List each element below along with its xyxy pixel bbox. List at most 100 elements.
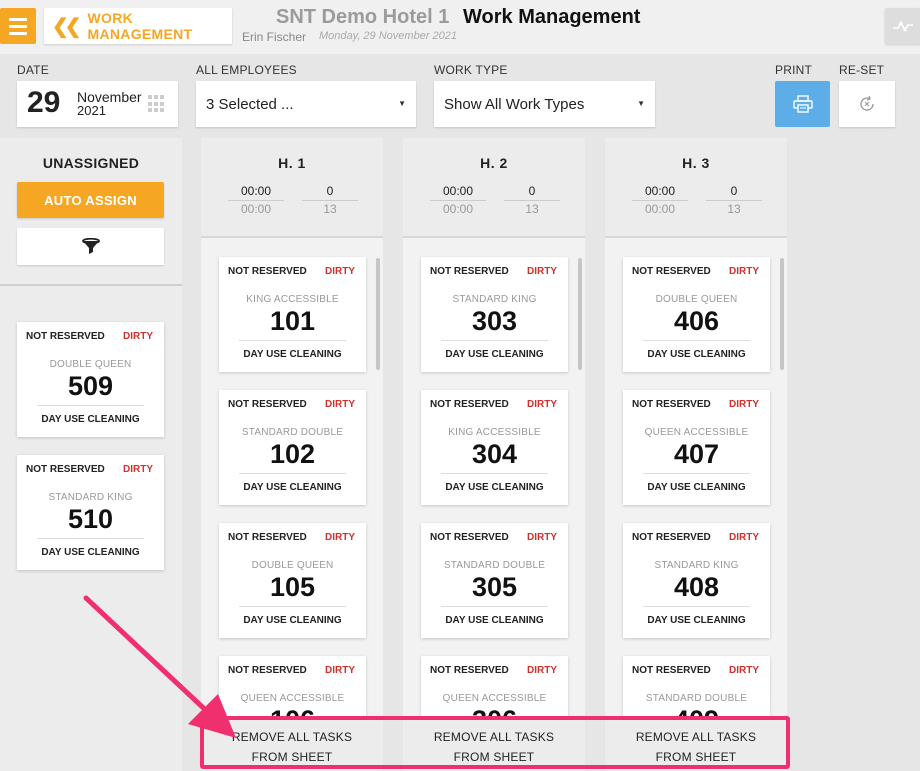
room-condition: DIRTY bbox=[729, 399, 759, 410]
room-card-509[interactable]: NOT RESERVED DIRTY DOUBLE QUEEN 509 DAY … bbox=[17, 322, 164, 437]
room-type: STANDARD KING bbox=[48, 492, 133, 503]
reservation-status: NOT RESERVED bbox=[430, 266, 509, 277]
total-time: 00:00 bbox=[644, 202, 676, 216]
task-name: DAY USE CLEANING bbox=[647, 615, 746, 626]
divider bbox=[504, 200, 560, 201]
room-type: STANDARD DOUBLE bbox=[645, 693, 748, 704]
room-type: QUEEN ACCESSIBLE bbox=[644, 427, 749, 438]
room-number: 101 bbox=[269, 306, 316, 336]
divider bbox=[441, 473, 548, 474]
room-condition: DIRTY bbox=[325, 665, 355, 676]
room-card-408[interactable]: NOT RESERVED DIRTY STANDARD KING 408 DAY USE… bbox=[623, 523, 770, 638]
room-type: QUEEN ACCESSIBLE bbox=[240, 693, 345, 704]
room-number: 305 bbox=[471, 572, 518, 602]
reset-button[interactable] bbox=[839, 81, 895, 127]
total-count: 13 bbox=[727, 202, 741, 216]
print-button[interactable] bbox=[775, 81, 830, 127]
room-condition: DIRTY bbox=[527, 532, 557, 543]
funnel-filter-icon bbox=[81, 237, 100, 254]
work-type-select-value: Show All Work Types bbox=[444, 95, 585, 113]
divider bbox=[302, 200, 358, 201]
auto-assign-button[interactable]: AUTO ASSIGN bbox=[17, 182, 164, 218]
assigned-time: 00:00 bbox=[442, 184, 474, 198]
annotation-highlight-box bbox=[200, 716, 790, 769]
assigned-count: 0 bbox=[326, 184, 334, 198]
hotel-name: SNT Demo Hotel 1 bbox=[276, 6, 450, 28]
reservation-status: NOT RESERVED bbox=[26, 464, 105, 475]
room-card-102[interactable]: NOT RESERVED DIRTY STANDARD DOUBLE 102 DAY U… bbox=[219, 390, 366, 505]
room-type: DOUBLE QUEEN bbox=[655, 294, 738, 305]
activity-chart-icon[interactable] bbox=[885, 8, 920, 44]
divider bbox=[239, 473, 346, 474]
room-card-407[interactable]: NOT RESERVED DIRTY QUEEN ACCESSIBLE 407 DAY … bbox=[623, 390, 770, 505]
unassigned-title: UNASSIGNED bbox=[42, 155, 140, 171]
work-type-select[interactable]: Show All Work Types ▼ bbox=[434, 81, 655, 127]
work-type-label: WORK TYPE bbox=[434, 63, 508, 77]
date-label: DATE bbox=[17, 63, 49, 77]
divider bbox=[643, 606, 750, 607]
divider bbox=[239, 340, 346, 341]
total-count: 13 bbox=[323, 202, 337, 216]
room-number: 510 bbox=[67, 504, 114, 534]
divider bbox=[239, 606, 346, 607]
divider bbox=[0, 284, 182, 286]
room-type: STANDARD KING bbox=[654, 560, 739, 571]
divider bbox=[643, 473, 750, 474]
assigned-count: 0 bbox=[528, 184, 536, 198]
reservation-status: NOT RESERVED bbox=[228, 399, 307, 410]
room-number: 102 bbox=[269, 439, 316, 469]
reservation-status: NOT RESERVED bbox=[26, 331, 105, 342]
task-name: DAY USE CLEANING bbox=[243, 349, 342, 360]
room-condition: DIRTY bbox=[123, 331, 153, 342]
reset-icon bbox=[860, 95, 874, 111]
task-name: DAY USE CLEANING bbox=[445, 482, 544, 493]
room-condition: DIRTY bbox=[325, 532, 355, 543]
filter-button[interactable] bbox=[17, 228, 164, 265]
room-condition: DIRTY bbox=[325, 266, 355, 277]
hamburger-menu-icon[interactable] bbox=[0, 8, 36, 44]
reservation-status: NOT RESERVED bbox=[228, 532, 307, 543]
room-card-406[interactable]: NOT RESERVED DIRTY DOUBLE QUEEN 406 DAY USE … bbox=[623, 257, 770, 372]
task-name: DAY USE CLEANING bbox=[243, 482, 342, 493]
employee-name: H. 1 bbox=[278, 155, 306, 171]
task-name: DAY USE CLEANING bbox=[445, 615, 544, 626]
divider bbox=[441, 340, 548, 341]
room-number: 105 bbox=[269, 572, 316, 602]
employee-column-header: H. 3 00:00 0 00:00 13 bbox=[605, 138, 787, 238]
room-condition: DIRTY bbox=[729, 266, 759, 277]
reservation-status: NOT RESERVED bbox=[632, 266, 711, 277]
room-condition: DIRTY bbox=[123, 464, 153, 475]
divider bbox=[228, 200, 284, 201]
date-picker[interactable]: 29 November 2021 bbox=[17, 81, 178, 127]
column-scrollbar[interactable] bbox=[376, 258, 380, 370]
divider bbox=[632, 200, 688, 201]
divider bbox=[706, 200, 762, 201]
printer-icon bbox=[792, 95, 813, 113]
room-card-510[interactable]: NOT RESERVED DIRTY STANDARD KING 510 DAY… bbox=[17, 455, 164, 570]
employees-select[interactable]: 3 Selected ... ▼ bbox=[196, 81, 416, 127]
divider bbox=[37, 538, 144, 539]
double-chevron-left-icon: ❮❮ bbox=[52, 15, 81, 38]
room-type: DOUBLE QUEEN bbox=[251, 560, 334, 571]
employee-column-header: H. 1 00:00 0 00:00 13 bbox=[201, 138, 383, 238]
column-scrollbar[interactable] bbox=[780, 258, 784, 370]
task-name: DAY USE CLEANING bbox=[41, 547, 140, 558]
task-name: DAY USE CLEANING bbox=[243, 615, 342, 626]
task-name: DAY USE CLEANING bbox=[445, 349, 544, 360]
calendar-grid-icon[interactable] bbox=[148, 95, 166, 113]
divider bbox=[441, 606, 548, 607]
total-time: 00:00 bbox=[442, 202, 474, 216]
room-card-304[interactable]: NOT RESERVED DIRTY KING ACCESSIBLE 304 DAY U… bbox=[421, 390, 568, 505]
room-card-101[interactable]: NOT RESERVED DIRTY KING ACCESSIBLE 101 DAY U… bbox=[219, 257, 366, 372]
room-card-303[interactable]: NOT RESERVED DIRTY STANDARD KING 303 DAY USE… bbox=[421, 257, 568, 372]
room-condition: DIRTY bbox=[729, 665, 759, 676]
room-type: STANDARD KING bbox=[452, 294, 537, 305]
room-number: 509 bbox=[67, 371, 114, 401]
room-card-305[interactable]: NOT RESERVED DIRTY STANDARD DOUBLE 305 DAY U… bbox=[421, 523, 568, 638]
reservation-status: NOT RESERVED bbox=[632, 399, 711, 410]
column-scrollbar[interactable] bbox=[578, 258, 582, 370]
back-to-work-management-button[interactable]: ❮❮ WORK MANAGEMENT bbox=[44, 8, 232, 44]
divider bbox=[430, 200, 486, 201]
room-card-105[interactable]: NOT RESERVED DIRTY DOUBLE QUEEN 105 DAY USE … bbox=[219, 523, 366, 638]
employees-select-value: 3 Selected ... bbox=[206, 95, 294, 113]
